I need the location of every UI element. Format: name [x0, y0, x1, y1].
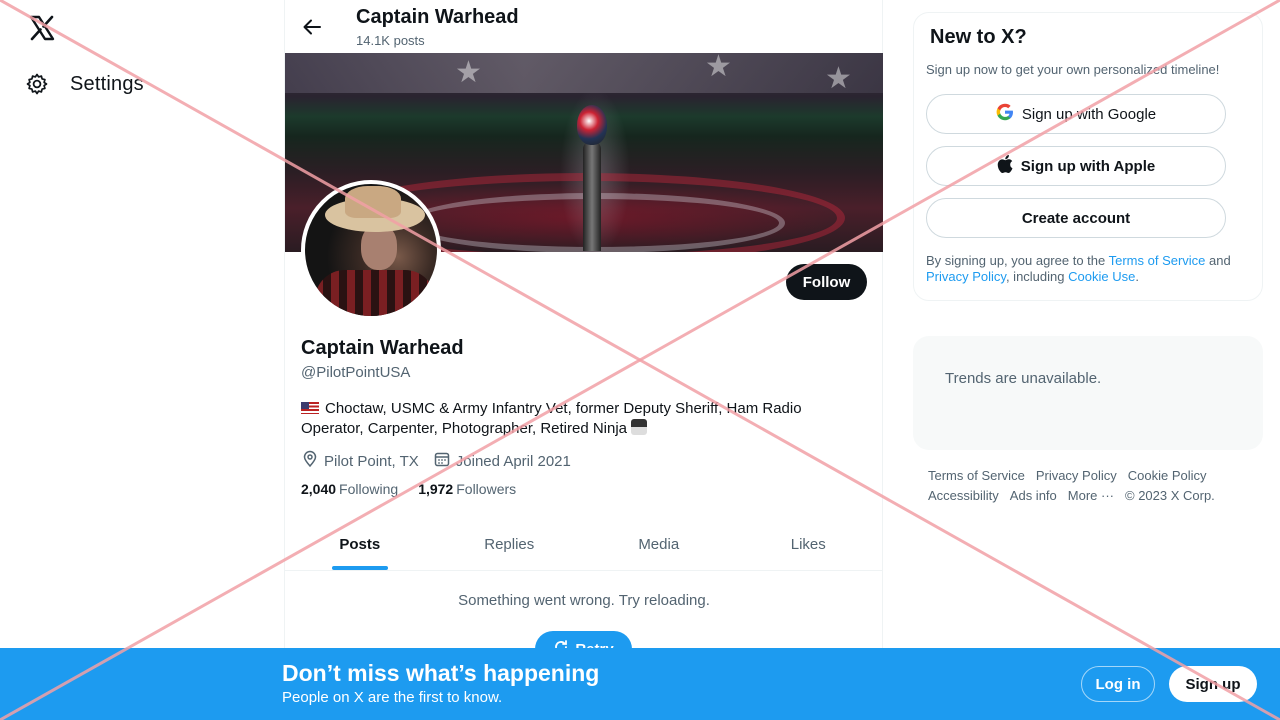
followers-link[interactable]: 1,972 Followers: [418, 481, 516, 497]
login-button[interactable]: Log in: [1081, 666, 1155, 702]
signup-card: New to X? Sign up now to get your own pe…: [913, 12, 1263, 301]
profile-column: Captain Warhead 14.1K posts ★ ★ ★ Follow…: [284, 0, 883, 720]
footer-links: Terms of Service Privacy Policy Cookie Pol…: [928, 466, 1248, 506]
signup-card-title: New to X?: [930, 26, 1027, 48]
trends-panel: Trends are unavailable.: [913, 336, 1263, 450]
signup-card-subtitle: Sign up now to get your own personalized…: [926, 62, 1220, 77]
us-flag-icon: [301, 402, 319, 414]
follow-button[interactable]: Follow: [786, 264, 867, 300]
profile-bio: Choctaw, USMC & Army Infantry Vet, forme…: [301, 399, 841, 439]
tab-replies[interactable]: Replies: [435, 518, 585, 570]
footer-more-link[interactable]: More ···: [1068, 486, 1114, 506]
following-link[interactable]: 2,040 Following: [301, 481, 398, 497]
apple-logo-icon: [997, 155, 1013, 177]
google-logo-icon: [996, 103, 1014, 125]
ninja-emoji-icon: [631, 419, 648, 435]
profile-location: Pilot Point, TX: [324, 452, 419, 470]
left-nav: Settings: [0, 0, 284, 720]
profile-joined-date: Joined April 2021: [455, 452, 571, 470]
x-logo-icon[interactable]: [28, 14, 56, 42]
nav-settings-label: Settings: [70, 72, 144, 95]
footer-copyright: © 2023 X Corp.: [1125, 488, 1215, 503]
signup-google-label: Sign up with Google: [1021, 105, 1157, 123]
header-posts-count: 14.1K posts: [356, 33, 425, 48]
nav-settings[interactable]: Settings: [24, 64, 154, 104]
signup-apple-label: Sign up with Apple: [1020, 157, 1156, 175]
login-prompt-subtitle: People on X are the first to know.: [282, 689, 503, 706]
header-profile-name: Captain Warhead: [356, 6, 519, 28]
footer-link[interactable]: Terms of Service: [928, 466, 1025, 486]
privacy-policy-link[interactable]: Privacy Policy: [926, 269, 1006, 284]
profile-meta: Pilot Point, TX Joined April 2021: [301, 450, 571, 472]
gear-icon: [24, 71, 50, 97]
profile-header-bar: Captain Warhead 14.1K posts: [285, 0, 883, 53]
signup-button[interactable]: Sign up: [1169, 666, 1257, 702]
tab-media[interactable]: Media: [584, 518, 734, 570]
profile-stats: 2,040 Following 1,972 Followers: [301, 481, 516, 497]
tab-likes[interactable]: Likes: [734, 518, 884, 570]
profile-avatar[interactable]: [301, 180, 441, 320]
profile-name: Captain Warhead: [301, 337, 464, 359]
location-pin-icon: [301, 450, 319, 472]
back-arrow-icon[interactable]: [299, 14, 325, 40]
login-prompt-title: Don’t miss what’s happening: [282, 660, 600, 686]
tab-posts[interactable]: Posts: [285, 518, 435, 570]
cookie-use-link[interactable]: Cookie Use: [1068, 269, 1135, 284]
signup-apple-button[interactable]: Sign up with Apple: [926, 146, 1226, 186]
footer-link[interactable]: Ads info: [1010, 486, 1057, 506]
calendar-icon: [433, 450, 451, 472]
signup-legal-text: By signing up, you agree to the Terms of…: [926, 253, 1231, 284]
trends-unavailable-text: Trends are unavailable.: [945, 370, 1102, 387]
signup-google-button[interactable]: Sign up with Google: [926, 94, 1226, 134]
login-prompt-bar: Don’t miss what’s happening People on X …: [0, 648, 1280, 720]
profile-bio-text: Choctaw, USMC & Army Infantry Vet, forme…: [301, 400, 802, 437]
feed-error-message: Something went wrong. Try reloading.: [458, 592, 710, 609]
footer-link[interactable]: Cookie Policy: [1128, 466, 1207, 486]
footer-link[interactable]: Privacy Policy: [1036, 466, 1117, 486]
profile-tabs: Posts Replies Media Likes: [285, 518, 883, 571]
terms-of-service-link[interactable]: Terms of Service: [1109, 253, 1206, 268]
create-account-button[interactable]: Create account: [926, 198, 1226, 238]
footer-link[interactable]: Accessibility: [928, 486, 999, 506]
profile-handle: @PilotPointUSA: [301, 364, 411, 381]
